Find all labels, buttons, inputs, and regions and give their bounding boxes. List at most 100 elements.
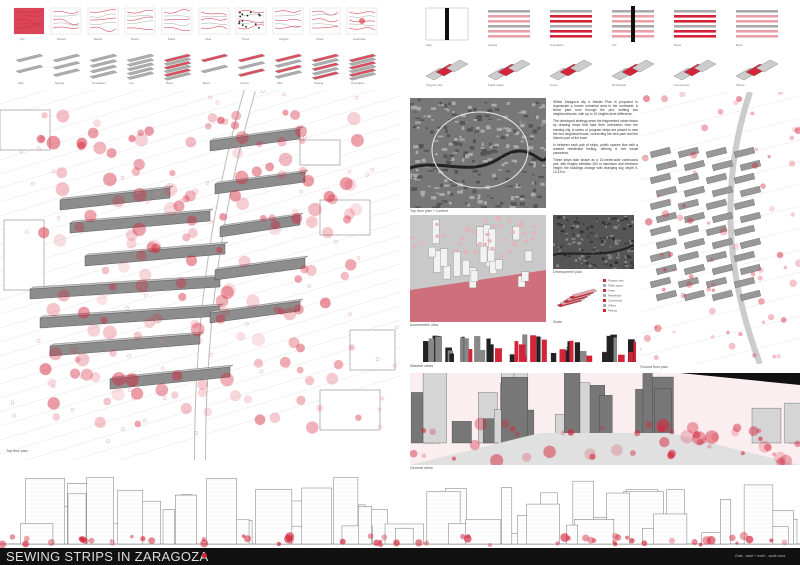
photo-pixel (613, 226, 617, 229)
elevation-building (175, 494, 197, 545)
photo-pixel (595, 264, 597, 268)
elevation-tree (367, 533, 374, 540)
tree-canopy (327, 194, 338, 205)
tree-canopy (53, 233, 67, 247)
building-footprint (705, 146, 728, 159)
building-footprint (649, 250, 672, 263)
map-block (519, 197, 525, 201)
map-block (448, 102, 451, 105)
context-block (491, 224, 496, 228)
photo-pixel (565, 254, 568, 257)
map-block (457, 190, 463, 194)
building-footprint (705, 198, 728, 211)
tree-canopy (672, 330, 676, 334)
photo-pixel (631, 220, 634, 224)
tree-canopy (690, 151, 698, 159)
tree-canopy (112, 195, 125, 208)
tree-canopy (235, 131, 249, 144)
photo-pixel (559, 246, 562, 249)
massing-views (410, 328, 636, 363)
map-block (488, 118, 493, 120)
tree-canopy (186, 255, 198, 267)
map-block (423, 115, 426, 118)
tree-canopy (216, 116, 225, 125)
tree-canopy (108, 283, 117, 291)
elevation-tree (378, 542, 383, 548)
tree-canopy (136, 250, 147, 261)
tree-canopy (290, 110, 301, 121)
photo-pixel (577, 241, 582, 245)
massing-block (514, 341, 519, 362)
tree-outline (142, 418, 147, 423)
tree-outline (56, 215, 61, 220)
tree-canopy (754, 147, 758, 151)
tree-outline (347, 169, 352, 174)
tree-canopy (667, 161, 672, 166)
tree-canopy (93, 141, 107, 155)
map-block (454, 170, 459, 174)
tree-canopy (679, 92, 686, 98)
elevation-tree (415, 539, 423, 547)
massing-block (550, 352, 557, 362)
title-accent-dot (202, 553, 207, 558)
tree-canopy (246, 294, 260, 308)
tree-canopy (109, 349, 117, 357)
tree-canopy (270, 219, 281, 230)
tree-outline (299, 189, 303, 194)
map-block (439, 101, 442, 105)
strip-plan-diagram: Strip (425, 7, 469, 47)
context-block (472, 230, 477, 234)
tree-canopy (46, 302, 61, 317)
massing-block (559, 349, 566, 362)
photo-pixel (572, 268, 574, 269)
context-map (410, 98, 546, 208)
perspective-building (751, 407, 782, 444)
tree-canopy (94, 416, 106, 429)
building-footprint (649, 146, 672, 159)
legend-swatch (603, 284, 606, 287)
tree-canopy (180, 402, 192, 415)
tree-canopy (190, 322, 205, 337)
map-block (513, 145, 519, 147)
tree-canopy (219, 306, 231, 317)
tree-canopy (243, 395, 253, 404)
photo-pixel (553, 243, 555, 247)
map-block (421, 158, 426, 163)
map-block (459, 138, 465, 141)
photo-pixel (596, 218, 598, 221)
tree-canopy (661, 95, 668, 103)
map-block (490, 149, 496, 151)
analysis-icon-label: Axes (205, 37, 212, 41)
map-block (416, 106, 421, 111)
photo-pixel (588, 264, 592, 268)
building-footprint (733, 250, 756, 263)
photo-pixel (627, 249, 630, 253)
photo-pixel (568, 254, 571, 258)
map-block (415, 168, 419, 172)
photo-pixel (611, 237, 615, 241)
map-block (543, 148, 546, 151)
legend-swatch (603, 279, 606, 282)
tree-canopy (355, 414, 362, 421)
map-block (535, 115, 539, 120)
context-block (457, 241, 462, 245)
tree-canopy (132, 222, 146, 237)
photo-pixel (592, 264, 596, 266)
context-block (419, 241, 424, 245)
perspective-drawing (410, 373, 800, 465)
tree-canopy (36, 134, 46, 144)
building-footprint (733, 172, 756, 185)
elevation-tree (566, 535, 572, 541)
photo-pixel (558, 231, 561, 233)
map-block (504, 161, 509, 165)
tree-canopy (231, 110, 242, 121)
tree-canopy (215, 294, 229, 308)
analysis-icon-label: Streets (57, 37, 66, 41)
elevation-tree (140, 536, 146, 542)
analysis-icon-label: Views (316, 37, 324, 41)
tree-outline (259, 369, 264, 374)
strip-plan-label: Sewing (488, 43, 498, 47)
photo-pixel (581, 249, 584, 252)
tree-canopy (643, 334, 651, 342)
map-block (500, 135, 506, 140)
